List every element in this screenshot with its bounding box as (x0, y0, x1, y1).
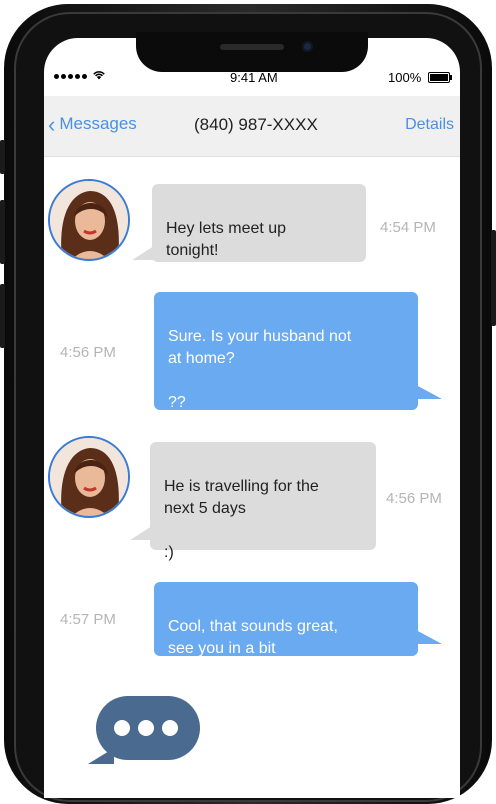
volume-down-button (0, 284, 5, 348)
message-timestamp: 4:56 PM (60, 344, 116, 361)
battery-icon (428, 72, 452, 83)
conversation-title: (840) 987-XXXX (194, 115, 318, 134)
volume-up-button (0, 200, 5, 264)
message-timestamp: 4:56 PM (386, 490, 442, 507)
message-bubble-incoming: He is travelling for the next 5 days :) (150, 442, 376, 561)
mute-switch (0, 140, 5, 174)
message-timestamp: 4:54 PM (380, 219, 436, 236)
navigation-bar: ‹ Messages (840) 987-XXXX Details (44, 96, 460, 157)
battery-percentage: 100% (388, 70, 422, 85)
status-time: 9:41 AM (230, 70, 278, 85)
front-camera (302, 41, 313, 52)
message-text: Hey lets meet up tonight! (166, 220, 287, 259)
bubble-tail (416, 630, 442, 644)
details-button[interactable]: Details (405, 116, 454, 134)
chevron-left-icon: ‹ (48, 111, 56, 137)
wifi-icon (93, 71, 105, 80)
back-button-label: Messages (59, 114, 137, 133)
signal-icon (54, 74, 87, 79)
contact-avatar[interactable] (48, 436, 130, 518)
message-bubble-outgoing: Sure. Is your husband not at home? ?? (154, 292, 418, 411)
notch (136, 32, 368, 72)
typing-indicator (88, 696, 200, 764)
bubble-tail (130, 526, 152, 540)
message-text: He is travelling for the next 5 days :) (164, 478, 319, 561)
message-bubble-incoming: Hey lets meet up tonight! (152, 184, 366, 262)
message-timestamp: 4:57 PM (60, 611, 116, 628)
message-text: Sure. Is your husband not at home? ?? (168, 328, 352, 411)
message-bubble-outgoing: Cool, that sounds great, see you in a bi… (154, 582, 418, 657)
contact-avatar[interactable] (48, 179, 130, 261)
ellipsis-icon (114, 720, 178, 736)
phone-screen: 9:41 AM 100% ‹ Messages (840) 987-XXXX D… (44, 38, 460, 798)
woman-portrait-icon (50, 438, 128, 516)
bubble-tail (132, 246, 154, 260)
back-to-messages-button[interactable]: ‹ Messages (48, 111, 137, 137)
bubble-tail (416, 385, 442, 399)
speaker-grille (220, 44, 284, 50)
power-button (491, 230, 496, 326)
woman-portrait-icon (50, 181, 128, 259)
message-text: Cool, that sounds great, see you in a bi… (168, 618, 338, 657)
